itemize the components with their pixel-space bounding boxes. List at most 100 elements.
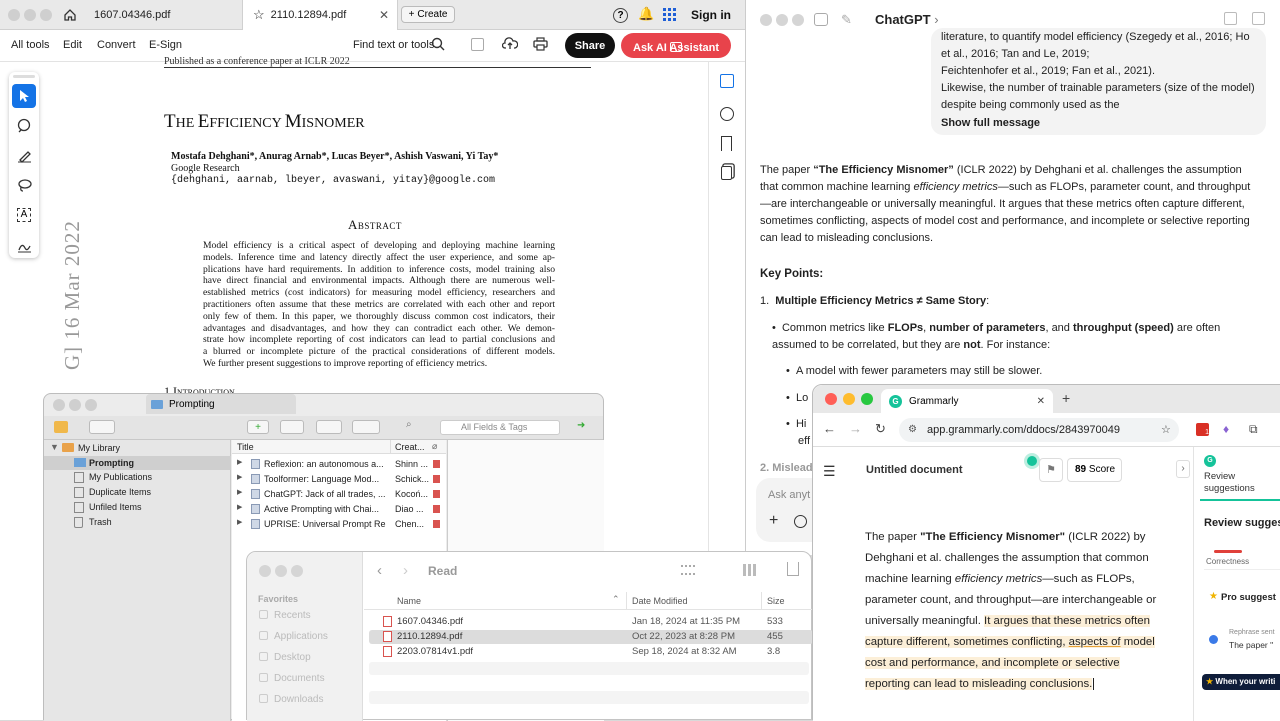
zoom-dot[interactable] [291, 565, 303, 577]
create-button[interactable]: + Create [401, 6, 455, 23]
promo-banner[interactable]: ★ When your writi [1202, 674, 1280, 690]
table-row[interactable]: ▶ Active Prompting with Chai... Diao ... [232, 502, 446, 516]
pdf-attachment-icon[interactable] [433, 475, 440, 483]
text-box-icon[interactable]: A [17, 208, 31, 222]
close-icon[interactable]: ✕ [1037, 396, 1045, 407]
show-full-message-button[interactable]: Show full message [941, 115, 1040, 132]
minimize-dot[interactable] [69, 399, 81, 411]
upload-cloud-icon[interactable] [501, 36, 519, 54]
all-tools-menu[interactable]: All tools [11, 39, 50, 51]
new-item-icon[interactable]: + [247, 420, 269, 434]
back-icon[interactable]: ← [823, 421, 836, 436]
file-row[interactable]: 1607.04346.pdf Jan 18, 2024 at 11:35 PM 53… [369, 615, 813, 629]
save-icon[interactable] [471, 38, 484, 51]
search-icon[interactable]: ⌕ [406, 419, 412, 430]
apps-grid-icon[interactable] [663, 8, 676, 21]
ai-assistant-button[interactable]: Ask AI Assistant [621, 33, 731, 58]
finder-sidebar-item[interactable]: Desktop [259, 652, 311, 663]
table-row[interactable]: ▶ ChatGPT: Jack of all trades, ... Kocoń..… [232, 487, 446, 501]
document-body[interactable]: The paper "The Efficiency Misnomer" (ICL… [865, 527, 1157, 695]
extensions-puzzle-icon[interactable]: ⧉ [1249, 422, 1258, 437]
extension-icon-2[interactable]: ♦ [1223, 422, 1229, 436]
palette-grip[interactable] [13, 75, 35, 78]
comments-panel-icon[interactable] [720, 107, 734, 121]
zoom-dot[interactable] [85, 399, 97, 411]
pages-icon[interactable] [721, 166, 732, 180]
document-title[interactable]: Untitled document [866, 464, 963, 476]
zotero-tab[interactable]: Prompting [146, 394, 296, 414]
new-window-icon[interactable] [1252, 12, 1265, 25]
sign-icon[interactable] [17, 238, 32, 258]
close-dot[interactable] [760, 14, 772, 26]
finder-sidebar-item[interactable]: Downloads [259, 694, 323, 705]
pdf-attachment-icon[interactable] [433, 520, 440, 528]
file-row[interactable]: 2203.07814v1.pdf Sep 18, 2024 at 8:32 AM 3… [369, 645, 813, 659]
finder-sidebar-item[interactable]: Documents [259, 673, 325, 684]
lasso-icon[interactable] [17, 178, 32, 198]
sort-chevron-icon[interactable]: ⌃ [612, 594, 620, 605]
forward-icon[interactable]: › [403, 562, 408, 579]
score-button[interactable]: 89 Score [1067, 458, 1122, 482]
pdf-attachment-icon[interactable] [433, 505, 440, 513]
new-note-icon[interactable] [316, 420, 342, 434]
print-icon[interactable] [533, 37, 548, 54]
col-size[interactable]: Size [767, 596, 785, 606]
library-menu-icon[interactable] [89, 420, 115, 434]
grid-view-icon[interactable] [743, 564, 757, 576]
attachment-col-icon[interactable]: ⌀ [432, 441, 437, 452]
table-row[interactable]: ▶ Toolformer: Language Mod... Schick... [232, 472, 446, 486]
chatgpt-title[interactable]: ChatGPT › [875, 12, 939, 27]
tree-trash[interactable]: Trash [44, 516, 231, 530]
finder-sidebar-item[interactable]: Recents [259, 610, 311, 621]
plus-icon[interactable]: + [769, 512, 778, 530]
bookmark-star-icon[interactable]: ☆ [1161, 418, 1171, 442]
search-icon[interactable] [431, 37, 445, 54]
bell-icon[interactable]: 🔔 [638, 6, 654, 22]
pdf-attachment-icon[interactable] [433, 490, 440, 498]
tree-unfiled[interactable]: Unfiled Items [44, 501, 231, 515]
new-collection-icon[interactable] [54, 421, 68, 433]
minimize-dot[interactable] [275, 565, 287, 577]
sync-arrow-icon[interactable]: ➜ [577, 420, 585, 431]
select-tool[interactable] [12, 84, 36, 108]
convert-menu[interactable]: Convert [97, 39, 136, 51]
review-suggestions-tab[interactable]: Review suggestions [1204, 471, 1255, 495]
forward-icon[interactable]: → [849, 421, 862, 436]
tree-my-library[interactable]: ▼ My Library [44, 442, 231, 456]
finder-sidebar-item[interactable]: Applications [259, 631, 328, 642]
list-view-icon[interactable] [681, 565, 695, 575]
home-icon[interactable] [62, 7, 78, 23]
col-title[interactable]: Title [237, 442, 254, 452]
table-row[interactable]: ▶ Reflexion: an autonomous a... Shinn ... [232, 457, 446, 471]
share-icon[interactable] [1224, 12, 1237, 25]
menu-icon[interactable]: ☰ [823, 463, 836, 480]
globe-icon[interactable] [794, 515, 807, 528]
expand-triangle-icon[interactable]: ▶ [237, 488, 242, 496]
expand-triangle-icon[interactable]: ▶ [237, 518, 242, 526]
tab-grammarly[interactable]: G Grammarly ✕ [881, 389, 1053, 413]
goals-icon[interactable]: ⚑ [1039, 458, 1063, 482]
share-button[interactable]: Share [565, 33, 615, 58]
close-icon[interactable]: ✕ [379, 8, 389, 22]
expand-triangle-icon[interactable]: ▶ [237, 503, 242, 511]
minimize-dot[interactable] [843, 393, 855, 405]
esign-menu[interactable]: E-Sign [149, 39, 182, 51]
tree-prompting[interactable]: Prompting [44, 456, 231, 470]
comment-icon[interactable] [17, 118, 32, 138]
chat-input[interactable]: Ask anyt + [756, 478, 816, 542]
sign-in-button[interactable]: Sign in [691, 8, 731, 22]
tree-my-publications[interactable]: My Publications [44, 471, 231, 485]
panel-toggle-chevron-icon[interactable]: › [1176, 460, 1190, 478]
col-date[interactable]: Date Modified [632, 596, 688, 606]
address-bar[interactable]: ⚙ app.grammarly.com/ddocs/2843970049 ☆ [899, 418, 1179, 442]
new-chat-icon[interactable]: ✎ [841, 12, 852, 28]
minimize-dot[interactable] [24, 9, 36, 21]
expand-triangle-icon[interactable]: ▶ [237, 458, 242, 466]
file-row[interactable]: 2110.12894.pdf Oct 22, 2023 at 8:28 PM 455 [369, 630, 813, 644]
extension-icon-1[interactable]: 1 [1196, 423, 1209, 436]
col-creator[interactable]: Creat... [395, 442, 425, 452]
close-dot[interactable] [259, 565, 271, 577]
pen-icon[interactable] [17, 148, 32, 168]
tab-1607[interactable]: 1607.04346.pdf [86, 0, 241, 30]
close-dot[interactable] [8, 9, 20, 21]
